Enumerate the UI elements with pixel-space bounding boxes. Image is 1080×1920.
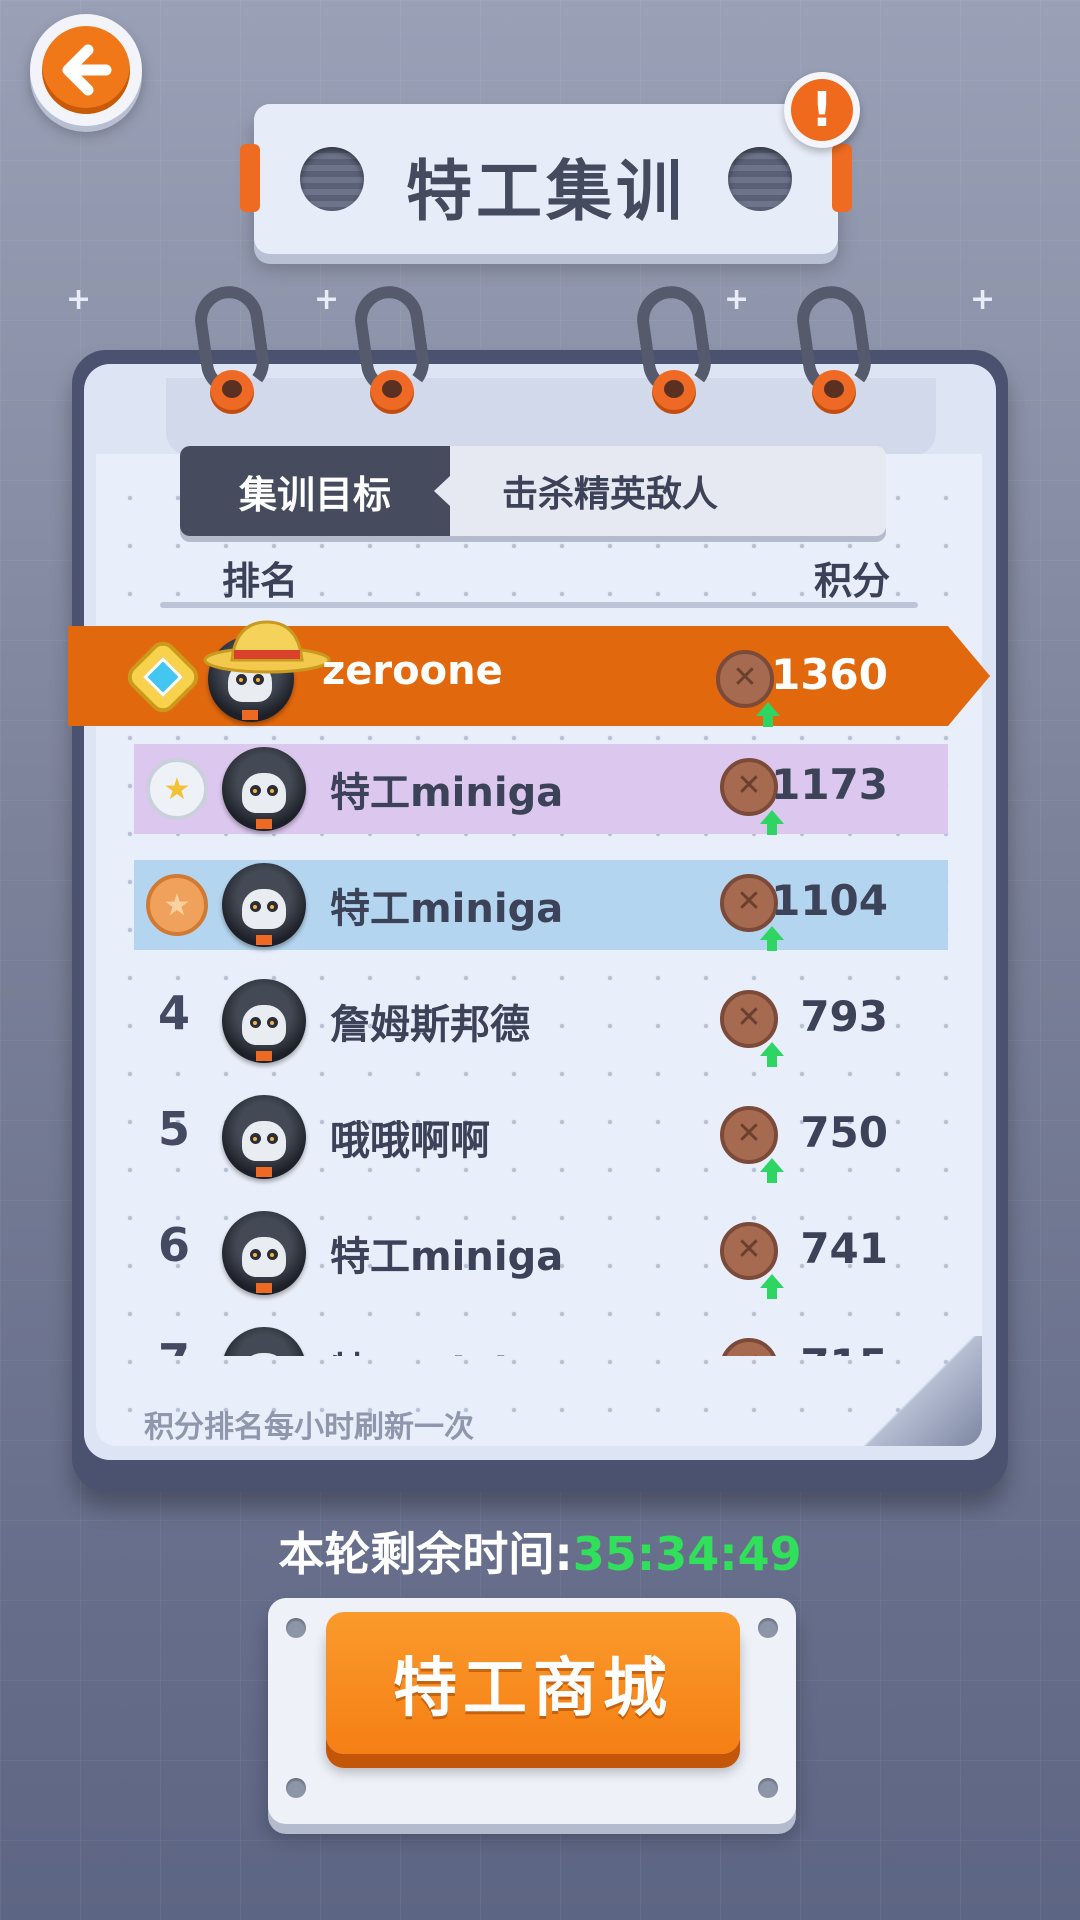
sparkle-icon: + (66, 282, 92, 317)
round-timer: 本轮剩余时间:35:34:49 (0, 1518, 1080, 1584)
silver-medal-icon: ★ (146, 758, 208, 820)
avatar (222, 1095, 306, 1179)
sparkle-icon: + (970, 282, 996, 317)
shop-plate: 特工商城 (268, 1598, 796, 1824)
timer-value: 35:34:49 (572, 1527, 802, 1581)
player-name: 特工miniga (330, 886, 564, 932)
binder-ring-icon (632, 281, 718, 426)
player-score: 1104 (771, 876, 888, 925)
screw-icon (286, 1618, 306, 1638)
rank-number: 5 (157, 1102, 190, 1156)
score-coin-icon (720, 758, 784, 835)
score-coin-icon (720, 1222, 784, 1299)
divider (160, 602, 918, 608)
leaderboard-panel: 集训目标 击杀精英敌人 排名 积分 zeroone 1360 ★ 特工minig… (68, 281, 1008, 1492)
leaderboard-row[interactable]: ★ 特工miniga 1173 (134, 744, 948, 835)
leaderboard-row[interactable]: 6 特工miniga 741 (134, 1208, 948, 1299)
avatar (222, 747, 306, 831)
score-column-header: 积分 (813, 559, 890, 603)
leaderboard-row[interactable]: 5 哦哦啊啊 750 (134, 1092, 948, 1183)
exclamation-icon: ! (791, 79, 853, 141)
player-name: 特工miniga (330, 1234, 564, 1280)
page-title: 特工集训 (406, 153, 686, 230)
back-button[interactable] (30, 14, 142, 126)
player-name: 特工miniga (330, 1340, 563, 1356)
player-name: 詹姆斯邦德 (330, 1002, 530, 1048)
leaderboard-row[interactable]: ★ 特工miniga 1104 (134, 860, 948, 951)
binder-ring-icon (190, 281, 276, 426)
score-coin-icon (720, 1338, 778, 1356)
player-score: 1173 (771, 760, 888, 809)
player-name: 特工miniga (330, 770, 564, 816)
player-name: 哦哦啊啊 (330, 1118, 490, 1164)
leaderboard-row[interactable]: 7 特工miniga 715 (134, 1324, 948, 1356)
rank-number: 4 (157, 986, 190, 1040)
score-coin-icon (720, 990, 784, 1067)
rank-number: 6 (157, 1218, 190, 1272)
sparkle-icon: + (724, 282, 750, 317)
timer-label: 本轮剩余时间: (278, 1527, 573, 1581)
avatar (222, 1211, 306, 1295)
player-score: 741 (800, 1224, 888, 1273)
arrow-left-icon (42, 26, 130, 114)
sparkle-icon: + (314, 282, 340, 317)
target-tabbar: 集训目标 击杀精英敌人 (180, 446, 886, 536)
avatar (222, 863, 306, 947)
score-coin-icon (720, 874, 784, 951)
tab-kill-elite[interactable]: 击杀精英敌人 (450, 446, 886, 536)
player-score: 750 (800, 1108, 888, 1157)
info-button[interactable]: ! (784, 72, 860, 148)
player-score: 793 (800, 992, 888, 1041)
tab-training-target[interactable]: 集训目标 (180, 446, 464, 536)
rank-number: 7 (144, 1334, 204, 1356)
bronze-medal-icon: ★ (146, 874, 208, 936)
binder-ring-icon (350, 281, 436, 426)
leaderboard-list[interactable]: ★ 特工miniga 1173 ★ 特工miniga 1104 4 詹姆斯邦德 … (72, 614, 1008, 1356)
screw-icon (758, 1778, 778, 1798)
refresh-note: 积分排名每小时刷新一次 (144, 1410, 474, 1445)
avatar (222, 979, 306, 1063)
rank-column-header: 排名 (222, 559, 299, 603)
leaderboard-row[interactable]: 4 詹姆斯邦德 793 (134, 976, 948, 1067)
player-score: 715 (800, 1340, 888, 1356)
title-plate: 特工集训 (240, 104, 852, 254)
screw-icon (286, 1778, 306, 1798)
avatar (222, 1327, 306, 1356)
binder-ring-icon (792, 281, 878, 426)
agent-shop-button[interactable]: 特工商城 (326, 1612, 740, 1754)
screw-icon (758, 1618, 778, 1638)
score-coin-icon (720, 1106, 784, 1183)
